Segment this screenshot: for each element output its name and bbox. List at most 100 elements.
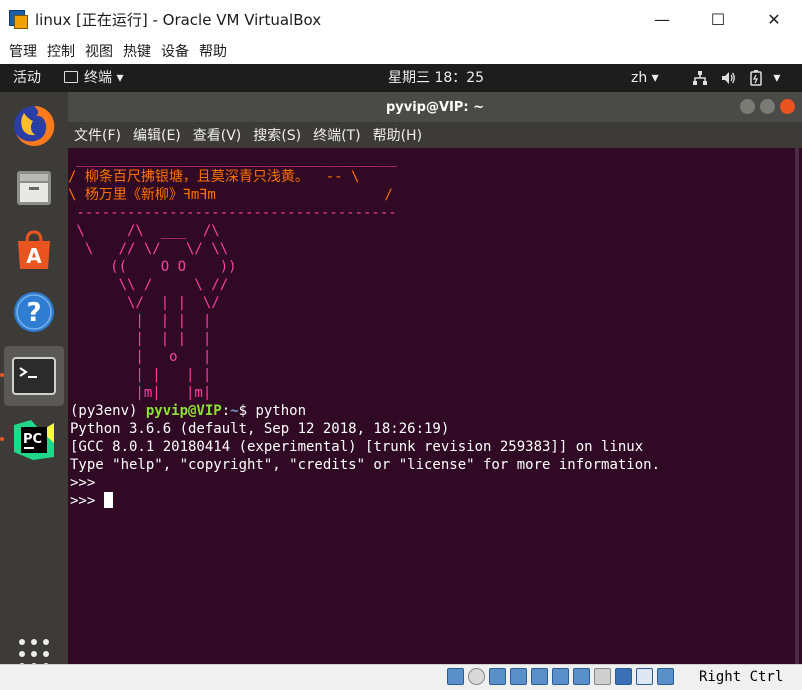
terminal-menu-file[interactable]: 文件(F) (74, 125, 121, 145)
command-text: python (255, 403, 307, 419)
host-titlebar: linux [正在运行] - Oracle VM VirtualBox — ☐ … (0, 0, 802, 38)
keyboard-capture-icon[interactable] (657, 668, 674, 685)
menu-help[interactable]: 帮助 (199, 41, 227, 61)
network-adapter-icon[interactable] (510, 668, 527, 685)
scrollbar-thumb[interactable] (795, 148, 799, 664)
terminal-close-button[interactable] (780, 99, 795, 114)
owl-line: \ // \/ \/ \\ (68, 241, 229, 257)
virtualbox-status-bar: Right Ctrl (0, 664, 802, 690)
video-capture-icon[interactable] (594, 668, 611, 685)
mouse-integration-icon[interactable] (636, 668, 653, 685)
dock-pycharm[interactable]: PC (4, 410, 64, 470)
minimize-button[interactable]: — (634, 0, 690, 38)
svg-text:PC: PC (23, 432, 42, 447)
terminal-titlebar: pyvip@VIP: ~ (68, 92, 802, 122)
owl-line: \\ / \ // (68, 277, 229, 293)
help-icon: ? (14, 292, 54, 332)
close-button[interactable]: ✕ (746, 0, 802, 38)
system-tray[interactable]: ▾ (692, 64, 780, 92)
clock[interactable]: 星期三 18：25 (388, 64, 484, 92)
menu-control[interactable]: 控制 (47, 41, 75, 61)
output-line: Python 3.6.6 (default, Sep 12 2018, 18:2… (70, 421, 450, 437)
display-icon[interactable] (573, 668, 590, 685)
owl-line: |m| |m| (68, 385, 212, 401)
prompt-user: pyvip@VIP (145, 403, 222, 419)
terminal-window: pyvip@VIP: ~ 文件(F) 编辑(E) 查看(V) 搜索(S) 终端(… (68, 92, 802, 664)
owl-line: \ /\ ___ /\ (68, 223, 220, 239)
guest-display: 活动 终端 ▾ 星期三 18：25 zh ▾ ▾ A ? PC pyvip@VI… (0, 64, 802, 669)
owl-line: | | | | (68, 367, 212, 383)
files-icon (17, 171, 51, 205)
owl-line: (( O O )) (68, 259, 237, 275)
bubble-line-1: / 柳条百尺拂银塘，且莫深青只浅黄。 -- \ (68, 169, 360, 185)
ubuntu-software-icon: A (18, 230, 50, 269)
cpu-icon[interactable] (615, 668, 632, 685)
bubble-bottom-border: -------------------------------------- (68, 205, 397, 221)
terminal-maximize-button[interactable] (760, 99, 775, 114)
terminal-menu-search[interactable]: 搜索(S) (253, 125, 301, 145)
ubuntu-dock: A ? PC (0, 92, 68, 669)
prompt-symbol: $ (238, 403, 256, 419)
app-menu[interactable]: 终端 ▾ (64, 64, 123, 92)
input-method[interactable]: zh ▾ (631, 64, 659, 92)
audio-icon[interactable] (489, 668, 506, 685)
svg-text:?: ? (26, 298, 41, 328)
owl-line: \/ | | \/ (68, 295, 220, 311)
terminal-icon (12, 357, 56, 395)
owl-line: | o | (68, 349, 212, 365)
output-line: >>> (70, 475, 96, 491)
bubble-top-border: ______________________________________ (68, 151, 397, 167)
optical-drive-icon[interactable] (468, 668, 485, 685)
shared-folders-icon[interactable] (552, 668, 569, 685)
terminal-title: pyvip@VIP: ~ (385, 99, 485, 115)
activities-button[interactable]: 活动 (13, 64, 41, 92)
firefox-icon (14, 105, 55, 146)
host-window-title: linux [正在运行] - Oracle VM VirtualBox (35, 10, 322, 29)
prompt-env: (py3env) (70, 403, 146, 419)
ubuntu-top-bar: 活动 终端 ▾ 星期三 18：25 zh ▾ ▾ (0, 64, 802, 92)
terminal-scrollbar[interactable] (792, 148, 802, 664)
menu-manage[interactable]: 管理 (9, 41, 37, 61)
dock-help[interactable]: ? (4, 282, 64, 342)
terminal-menu-terminal[interactable]: 终端(T) (313, 125, 360, 145)
dock-software[interactable]: A (4, 220, 64, 280)
host-menubar: 管理 控制 视图 热键 设备 帮助 (0, 38, 802, 64)
terminal-menu-view[interactable]: 查看(V) (193, 125, 242, 145)
app-menu-label: 终端 ▾ (84, 70, 124, 86)
virtualbox-logo-icon (9, 10, 28, 29)
maximize-button[interactable]: ☐ (690, 0, 746, 38)
usb-icon[interactable] (531, 668, 548, 685)
owl-line: | | | | (68, 313, 212, 329)
host-window-controls: — ☐ ✕ (634, 0, 802, 38)
menu-devices[interactable]: 设备 (161, 41, 189, 61)
python-prompt: >>> (70, 493, 104, 509)
terminal-small-icon (64, 71, 78, 83)
device-status-icons (447, 668, 678, 688)
network-icon (693, 71, 707, 85)
hard-disk-icon[interactable] (447, 668, 464, 685)
terminal-menu-edit[interactable]: 编辑(E) (133, 125, 181, 145)
power-menu-chevron-icon: ▾ (773, 70, 781, 86)
terminal-menu-help[interactable]: 帮助(H) (373, 125, 422, 145)
terminal-minimize-button[interactable] (740, 99, 755, 114)
menu-view[interactable]: 视图 (85, 41, 113, 61)
dock-files[interactable] (4, 158, 64, 218)
output-line: [GCC 8.0.1 20180414 (experimental) [trun… (70, 439, 644, 455)
volume-icon (722, 72, 736, 84)
host-key-label: Right Ctrl (699, 669, 784, 685)
output-line: Type "help", "copyright", "credits" or "… (70, 457, 661, 473)
dock-terminal[interactable] (4, 346, 64, 406)
dock-firefox[interactable] (4, 96, 64, 156)
prompt-path: ~ (230, 403, 239, 419)
terminal-console: (py3env) pyvip@VIP:~$ python Python 3.6.… (70, 403, 661, 509)
text-cursor (103, 492, 113, 508)
menu-hotkeys[interactable]: 热键 (123, 41, 151, 61)
fortune-cowsay-art: ______________________________________ /… (68, 150, 397, 402)
battery-icon (750, 70, 762, 86)
terminal-menubar: 文件(F) 编辑(E) 查看(V) 搜索(S) 终端(T) 帮助(H) (68, 122, 802, 148)
pycharm-icon: PC (14, 420, 54, 460)
svg-text:A: A (26, 244, 42, 268)
bubble-line-2: \ 杨万里《新柳》ꟻmꟻm / (68, 187, 393, 203)
owl-line: | | | | (68, 331, 212, 347)
terminal-body[interactable]: ______________________________________ /… (68, 148, 792, 664)
